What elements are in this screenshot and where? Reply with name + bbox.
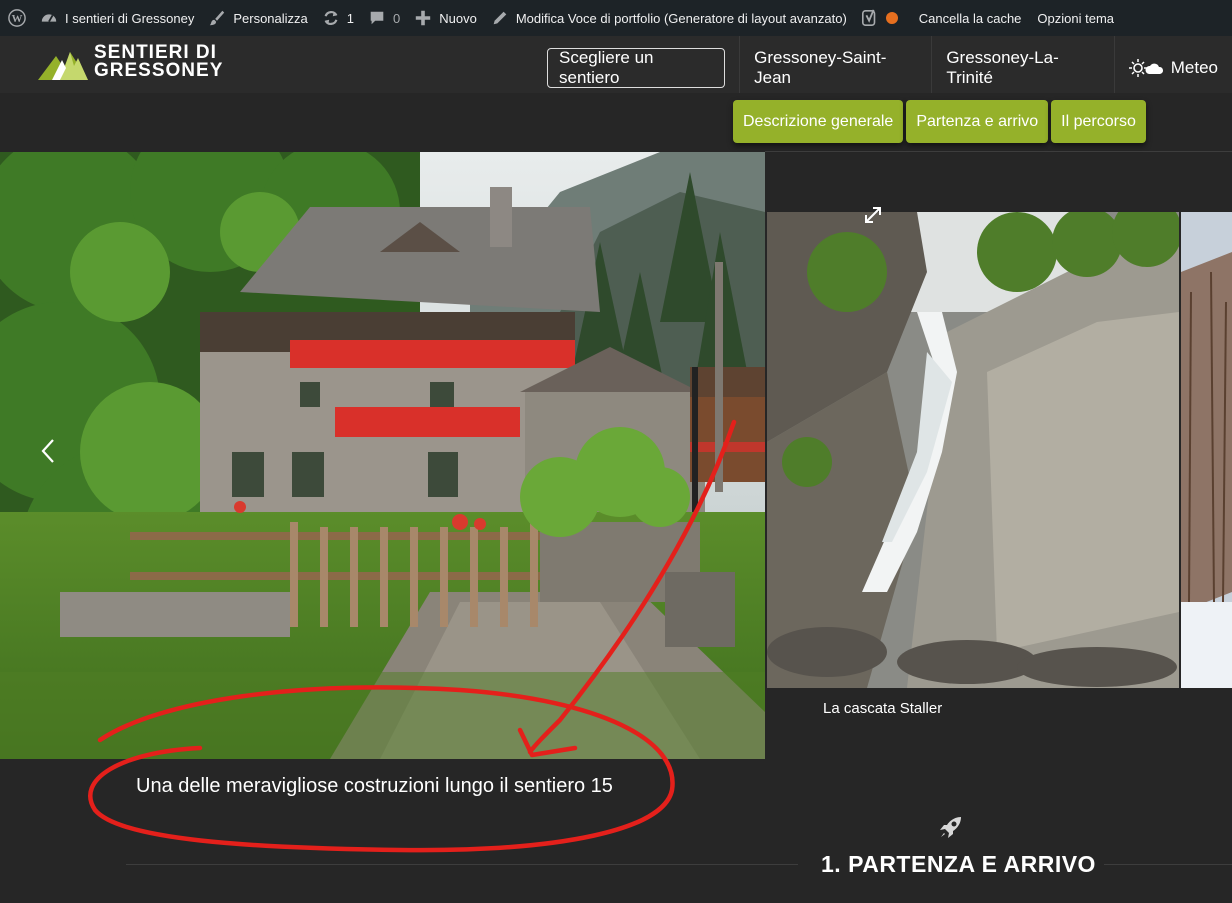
updates-link[interactable]: 1 [315, 0, 361, 36]
section-divider-left [126, 864, 798, 865]
new-content-link[interactable]: Nuovo [407, 0, 484, 36]
nav-item-la-trinite[interactable]: Gressoney-La-Trinité [932, 48, 1113, 88]
updates-count: 1 [346, 10, 355, 26]
choose-trail-button[interactable]: Scegliere un sentiero [547, 48, 726, 88]
section-title: 1. PARTENZA E ARRIVO [821, 851, 1096, 877]
site-name-link[interactable]: I sentieri di Gressoney [33, 0, 201, 36]
subnav-il-percorso[interactable]: Il percorso [1051, 100, 1146, 143]
mountain-logo-icon [38, 52, 88, 80]
section-subnav: Descrizione generale Partenza e arrivo I… [733, 100, 1146, 143]
site-name-label: I sentieri di Gressoney [65, 10, 195, 26]
seo-menu[interactable] [854, 0, 905, 36]
subnav-partenza-arrivo[interactable]: Partenza e arrivo [906, 100, 1049, 143]
wordpress-menu[interactable]: W [0, 0, 33, 36]
rocket-icon [940, 817, 961, 838]
waterfall-photo [767, 212, 1179, 688]
main-nav: Scegliere un sentiero Gressoney-Saint-Je… [547, 36, 1232, 93]
gallery-third-photo[interactable] [1181, 212, 1232, 688]
theme-options-label: Opzioni tema [1037, 10, 1115, 26]
gallery-main-photo[interactable] [0, 152, 765, 759]
gallery-second-photo[interactable] [767, 212, 1179, 688]
refresh-icon [324, 11, 338, 25]
nav-item-saint-jean[interactable]: Gressoney-Saint-Jean [740, 48, 931, 88]
new-label: Nuovo [439, 10, 477, 26]
divider [765, 151, 1232, 152]
logo-line-2: GRESSONEY [94, 60, 224, 81]
main-photo-caption: Una delle meravigliose costruzioni lungo… [136, 775, 613, 797]
clear-cache-link[interactable]: Cancella la cache [905, 0, 1029, 36]
house-photo [0, 152, 765, 759]
theme-options-link[interactable]: Opzioni tema [1028, 0, 1121, 36]
customize-link[interactable]: Personalizza [201, 0, 314, 36]
comments-count: 0 [393, 10, 401, 26]
pencil-icon [493, 11, 507, 25]
weather-icon [1128, 59, 1163, 77]
edit-portfolio-link[interactable]: Modifica Voce di portfolio (Generatore d… [484, 0, 854, 36]
second-photo-caption: La cascata Staller [823, 700, 943, 717]
comments-link[interactable]: 0 [361, 0, 407, 36]
nav-item-meteo[interactable]: Meteo [1115, 48, 1232, 88]
comment-icon [370, 11, 384, 25]
dashboard-icon [41, 14, 57, 23]
admin-bar: W I sentieri di Gressoney Personalizza 1… [0, 0, 1232, 36]
svg-text:W: W [12, 13, 23, 25]
section-divider-right [1104, 864, 1232, 865]
yoast-icon [861, 9, 876, 27]
site-header: SENTIERI DI GRESSONEY Scegliere un senti… [0, 36, 1232, 93]
meteo-label: Meteo [1170, 58, 1219, 77]
chevron-left-icon[interactable] [38, 436, 58, 466]
expand-icon[interactable] [863, 205, 883, 225]
customize-label: Personalizza [233, 10, 308, 26]
subnav-descrizione-generale[interactable]: Descrizione generale [733, 100, 904, 143]
snow-forest-photo [1181, 212, 1232, 688]
brush-icon [210, 10, 225, 26]
seo-status-dot [885, 12, 898, 24]
clear-cache-label: Cancella la cache [918, 10, 1022, 26]
plus-icon [416, 10, 431, 26]
edit-label: Modifica Voce di portfolio (Generatore d… [515, 10, 847, 26]
site-logo[interactable]: SENTIERI DI GRESSONEY [38, 43, 224, 81]
wordpress-icon: W [8, 9, 26, 27]
